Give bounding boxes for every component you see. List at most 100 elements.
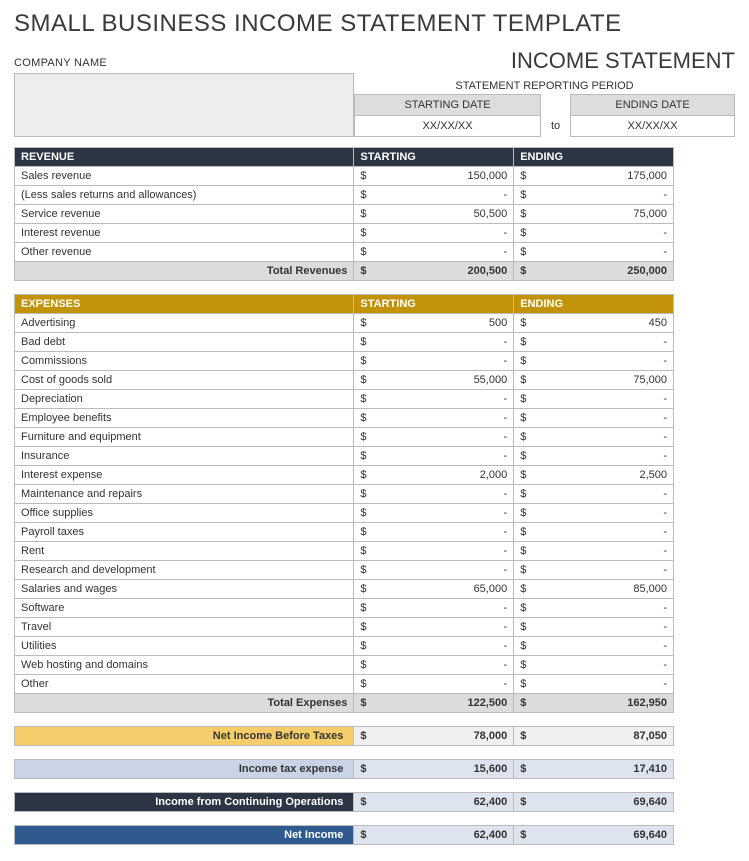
expense-end[interactable]: $- bbox=[514, 447, 674, 466]
expense-label[interactable]: Cost of goods sold bbox=[15, 371, 354, 390]
expense-start[interactable]: $- bbox=[354, 390, 514, 409]
expenses-total-row: Total Expenses $122,500 $162,950 bbox=[15, 694, 674, 713]
revenue-end[interactable]: $- bbox=[514, 224, 674, 243]
expense-start[interactable]: $- bbox=[354, 504, 514, 523]
expense-start[interactable]: $- bbox=[354, 561, 514, 580]
revenue-start[interactable]: $- bbox=[354, 186, 514, 205]
revenue-start[interactable]: $- bbox=[354, 224, 514, 243]
expense-label[interactable]: Employee benefits bbox=[15, 409, 354, 428]
header-row: COMPANY NAME INCOME STATEMENT STATEMENT … bbox=[14, 48, 735, 137]
expense-label[interactable]: Other bbox=[15, 675, 354, 694]
nibt-label: Net Income Before Taxes bbox=[15, 727, 354, 746]
expense-end[interactable]: $- bbox=[514, 504, 674, 523]
period-end-value[interactable]: XX/XX/XX bbox=[571, 116, 735, 137]
expense-label[interactable]: Travel bbox=[15, 618, 354, 637]
expense-start[interactable]: $- bbox=[354, 618, 514, 637]
expense-start[interactable]: $- bbox=[354, 485, 514, 504]
expense-start[interactable]: $- bbox=[354, 409, 514, 428]
expense-row: Utilities$-$- bbox=[15, 637, 674, 656]
expense-label[interactable]: Commissions bbox=[15, 352, 354, 371]
revenue-label[interactable]: (Less sales returns and allowances) bbox=[15, 186, 354, 205]
expense-label[interactable]: Interest expense bbox=[15, 466, 354, 485]
expense-row: Depreciation$-$- bbox=[15, 390, 674, 409]
revenue-start[interactable]: $150,000 bbox=[354, 167, 514, 186]
expenses-total-label: Total Expenses bbox=[15, 694, 354, 713]
expense-row: Maintenance and repairs$-$- bbox=[15, 485, 674, 504]
expense-label[interactable]: Research and development bbox=[15, 561, 354, 580]
expense-start[interactable]: $- bbox=[354, 333, 514, 352]
expense-start[interactable]: $- bbox=[354, 675, 514, 694]
expense-label[interactable]: Insurance bbox=[15, 447, 354, 466]
expense-end[interactable]: $- bbox=[514, 542, 674, 561]
expense-end[interactable]: $- bbox=[514, 390, 674, 409]
expense-row: Software$-$- bbox=[15, 599, 674, 618]
revenue-end[interactable]: $- bbox=[514, 186, 674, 205]
expense-label[interactable]: Payroll taxes bbox=[15, 523, 354, 542]
revenue-label[interactable]: Service revenue bbox=[15, 205, 354, 224]
expense-row: Interest expense$2,000$2,500 bbox=[15, 466, 674, 485]
revenue-end[interactable]: $- bbox=[514, 243, 674, 262]
expense-start[interactable]: $- bbox=[354, 656, 514, 675]
expense-start[interactable]: $65,000 bbox=[354, 580, 514, 599]
expense-end[interactable]: $- bbox=[514, 352, 674, 371]
revenue-label[interactable]: Other revenue bbox=[15, 243, 354, 262]
revenue-row: Other revenue$-$- bbox=[15, 243, 674, 262]
expense-end[interactable]: $- bbox=[514, 599, 674, 618]
expense-end[interactable]: $450 bbox=[514, 314, 674, 333]
expense-label[interactable]: Rent bbox=[15, 542, 354, 561]
expenses-header: EXPENSES bbox=[15, 295, 354, 314]
expense-start[interactable]: $- bbox=[354, 599, 514, 618]
net-start: $62,400 bbox=[354, 826, 514, 845]
expense-start[interactable]: $- bbox=[354, 447, 514, 466]
expense-label[interactable]: Web hosting and domains bbox=[15, 656, 354, 675]
revenue-row: Service revenue$50,500$75,000 bbox=[15, 205, 674, 224]
expense-start[interactable]: $- bbox=[354, 352, 514, 371]
period-start-value[interactable]: XX/XX/XX bbox=[355, 116, 541, 137]
expense-start[interactable]: $- bbox=[354, 542, 514, 561]
subtitle: INCOME STATEMENT bbox=[354, 48, 735, 74]
revenue-label[interactable]: Interest revenue bbox=[15, 224, 354, 243]
expense-end[interactable]: $85,000 bbox=[514, 580, 674, 599]
expense-start[interactable]: $55,000 bbox=[354, 371, 514, 390]
revenue-total-end: $250,000 bbox=[514, 262, 674, 281]
expense-end[interactable]: $75,000 bbox=[514, 371, 674, 390]
expense-label[interactable]: Office supplies bbox=[15, 504, 354, 523]
expense-row: Research and development$-$- bbox=[15, 561, 674, 580]
period-to: to bbox=[541, 116, 571, 137]
expense-start[interactable]: $- bbox=[354, 523, 514, 542]
expense-end[interactable]: $- bbox=[514, 656, 674, 675]
revenue-col-start: STARTING bbox=[354, 148, 514, 167]
expense-start[interactable]: $2,000 bbox=[354, 466, 514, 485]
expense-label[interactable]: Advertising bbox=[15, 314, 354, 333]
expense-label[interactable]: Depreciation bbox=[15, 390, 354, 409]
expense-start[interactable]: $500 bbox=[354, 314, 514, 333]
expense-end[interactable]: $- bbox=[514, 561, 674, 580]
expense-label[interactable]: Utilities bbox=[15, 637, 354, 656]
expense-end[interactable]: $- bbox=[514, 637, 674, 656]
revenue-start[interactable]: $50,500 bbox=[354, 205, 514, 224]
revenue-total-start: $200,500 bbox=[354, 262, 514, 281]
company-name-input[interactable] bbox=[14, 73, 354, 137]
expenses-header-row: EXPENSES STARTING ENDING bbox=[15, 295, 674, 314]
tax-start: $15,600 bbox=[354, 760, 514, 779]
expense-end[interactable]: $- bbox=[514, 428, 674, 447]
expense-label[interactable]: Maintenance and repairs bbox=[15, 485, 354, 504]
revenue-end[interactable]: $75,000 bbox=[514, 205, 674, 224]
expense-end[interactable]: $- bbox=[514, 409, 674, 428]
revenue-start[interactable]: $- bbox=[354, 243, 514, 262]
revenue-label[interactable]: Sales revenue bbox=[15, 167, 354, 186]
expense-start[interactable]: $- bbox=[354, 637, 514, 656]
revenue-end[interactable]: $175,000 bbox=[514, 167, 674, 186]
expense-label[interactable]: Bad debt bbox=[15, 333, 354, 352]
expense-label[interactable]: Furniture and equipment bbox=[15, 428, 354, 447]
expense-start[interactable]: $- bbox=[354, 428, 514, 447]
expense-end[interactable]: $2,500 bbox=[514, 466, 674, 485]
expense-label[interactable]: Software bbox=[15, 599, 354, 618]
expense-row: Office supplies$-$- bbox=[15, 504, 674, 523]
expense-end[interactable]: $- bbox=[514, 675, 674, 694]
expense-end[interactable]: $- bbox=[514, 333, 674, 352]
expense-end[interactable]: $- bbox=[514, 523, 674, 542]
expense-end[interactable]: $- bbox=[514, 618, 674, 637]
expense-label[interactable]: Salaries and wages bbox=[15, 580, 354, 599]
expense-end[interactable]: $- bbox=[514, 485, 674, 504]
